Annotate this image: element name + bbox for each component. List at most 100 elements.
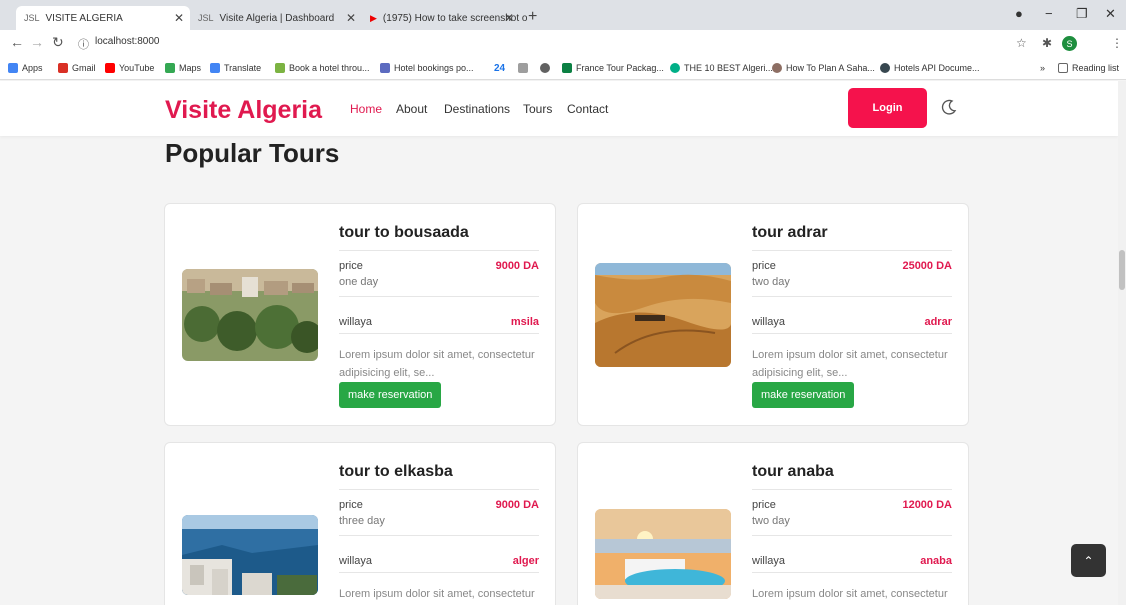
tour-image-pool — [595, 509, 731, 599]
bookmark-sahara[interactable]: How To Plan A Saha... — [772, 63, 875, 73]
tour-description: Lorem ipsum dolor sit amet, consectetur … — [752, 349, 948, 379]
divider — [339, 489, 539, 490]
bookmark-24[interactable]: 24 — [494, 63, 505, 74]
bookmark-star-icon[interactable]: ☆ — [1016, 36, 1027, 50]
extensions-icon[interactable]: ✱ — [1042, 36, 1052, 50]
restore-icon[interactable]: ❐ — [1076, 6, 1088, 22]
price-value: 9000 DA — [495, 260, 539, 272]
more-bookmarks-icon[interactable]: » — [1040, 63, 1045, 73]
browser-tab[interactable]: JSL Visite Algeria | Dashboard ✕ — [190, 6, 362, 30]
dark-mode-moon-icon[interactable] — [940, 98, 958, 116]
bookmark-tripadvisor[interactable]: THE 10 BEST Algeri... — [670, 63, 773, 73]
youtube-favicon-icon: ▶ — [370, 12, 377, 23]
nav-destinations[interactable]: Destinations — [444, 102, 510, 116]
bookmark-github[interactable] — [540, 63, 550, 73]
tour-description: Lorem ipsum dolor sit amet, consectetur — [339, 588, 535, 600]
site-logo[interactable]: Visite Algeria — [165, 96, 322, 125]
price-label: price — [339, 260, 363, 272]
divider — [339, 572, 539, 573]
bookmark-gmail[interactable]: Gmail — [58, 63, 96, 73]
divider — [752, 296, 952, 297]
divider — [752, 489, 952, 490]
site-info-icon[interactable]: ⓘ — [78, 36, 89, 52]
bookmark-maps[interactable]: Maps — [165, 63, 201, 73]
tour-card: tour adrar price 25000 DA two day willay… — [577, 203, 969, 426]
divider — [752, 535, 952, 536]
back-icon[interactable]: ← — [10, 34, 24, 50]
tab-title: VISITE ALGERIA — [45, 12, 123, 24]
willaya-label: willaya — [339, 555, 373, 567]
reading-list-button[interactable]: Reading list — [1058, 63, 1119, 73]
scrollbar-thumb[interactable] — [1119, 250, 1125, 290]
divider — [752, 333, 952, 334]
bookmark-youtube[interactable]: YouTube — [105, 63, 154, 73]
bookmark-apps[interactable]: Apps — [8, 63, 43, 73]
willaya-value: alger — [512, 555, 539, 567]
page-icon — [518, 63, 528, 73]
profile-avatar[interactable]: S — [1062, 36, 1077, 51]
price-label: price — [752, 499, 776, 511]
divider — [339, 296, 539, 297]
nav-home[interactable]: Home — [350, 102, 382, 116]
make-reservation-button[interactable]: make reservation — [339, 382, 442, 408]
api-docs-icon — [880, 63, 890, 73]
page-scrollbar[interactable] — [1118, 81, 1126, 605]
maps-icon — [165, 63, 175, 73]
willaya-value: msila — [510, 316, 539, 328]
minimize-icon[interactable]: − — [1045, 6, 1053, 21]
tour-title: tour adrar — [752, 224, 828, 241]
make-reservation-button[interactable]: make reservation — [752, 382, 855, 408]
duration: one day — [339, 276, 379, 288]
new-tab-icon[interactable]: + — [528, 8, 537, 26]
tab-favicon-icon: JSL — [24, 13, 40, 23]
divider — [339, 250, 539, 251]
willaya-label: willaya — [339, 316, 373, 328]
tour-title: tour to elkasba — [339, 463, 453, 480]
bookmark-hotels-api[interactable]: Hotels API Docume... — [880, 63, 980, 73]
address-bar-row — [0, 30, 1126, 58]
url-field[interactable]: localhost:8000 — [95, 36, 160, 47]
scroll-to-top-button[interactable]: ⌃ — [1071, 544, 1106, 577]
tour-image-desert — [595, 263, 731, 367]
price-label: price — [339, 499, 363, 511]
price-value: 12000 DA — [902, 499, 952, 511]
nav-contact[interactable]: Contact — [567, 102, 608, 116]
nav-tours[interactable]: Tours — [523, 102, 552, 116]
willaya-value: anaba — [920, 555, 952, 567]
reload-icon[interactable]: ↻ — [52, 34, 64, 51]
willaya-value: adrar — [924, 316, 952, 328]
tour-description: Lorem ipsum dolor sit amet, consectetur — [752, 588, 948, 600]
close-tab-icon[interactable]: ✕ — [504, 11, 514, 25]
tour-title: tour anaba — [752, 463, 834, 480]
booking-icon — [275, 63, 285, 73]
reading-list-icon — [1058, 63, 1068, 73]
bookmark-hotel-bookings[interactable]: Hotel bookings po... — [380, 63, 474, 73]
tour-image-coast — [182, 515, 318, 595]
profile-indicator-icon[interactable]: ● — [1015, 6, 1023, 21]
bookmark-translate[interactable]: Translate — [210, 63, 261, 73]
tab-title: Visite Algeria | Dashboard — [219, 12, 335, 24]
browser-menu-icon[interactable]: ⋮ — [1111, 36, 1123, 50]
bookmark-booking[interactable]: Book a hotel throu... — [275, 63, 370, 73]
divider — [339, 333, 539, 334]
price-value: 9000 DA — [495, 499, 539, 511]
tour-image-town — [182, 269, 318, 361]
tab-favicon-icon: JSL — [198, 13, 214, 23]
close-tab-icon[interactable]: ✕ — [346, 11, 356, 25]
login-button[interactable]: Login — [848, 88, 927, 128]
translate-icon — [210, 63, 220, 73]
tripadvisor-icon — [670, 63, 680, 73]
bookmark-france-tour[interactable]: France Tour Packag... — [562, 63, 664, 73]
nav-about[interactable]: About — [396, 102, 427, 116]
close-tab-icon[interactable]: ✕ — [174, 11, 184, 25]
tour-card: tour to elkasba price 9000 DA three day … — [164, 442, 556, 605]
chevron-up-icon: ⌃ — [1083, 553, 1094, 568]
browser-tab[interactable]: ▶ (1975) How to take screenshot o ✕ — [362, 6, 527, 30]
duration: two day — [752, 276, 790, 288]
close-window-icon[interactable]: ✕ — [1105, 6, 1116, 22]
browser-tab[interactable]: JSL VISITE ALGERIA ✕ — [16, 6, 190, 30]
bookmark-unnamed[interactable] — [518, 63, 528, 73]
forward-icon[interactable]: → — [30, 34, 44, 50]
divider — [752, 572, 952, 573]
duration: three day — [339, 515, 385, 527]
